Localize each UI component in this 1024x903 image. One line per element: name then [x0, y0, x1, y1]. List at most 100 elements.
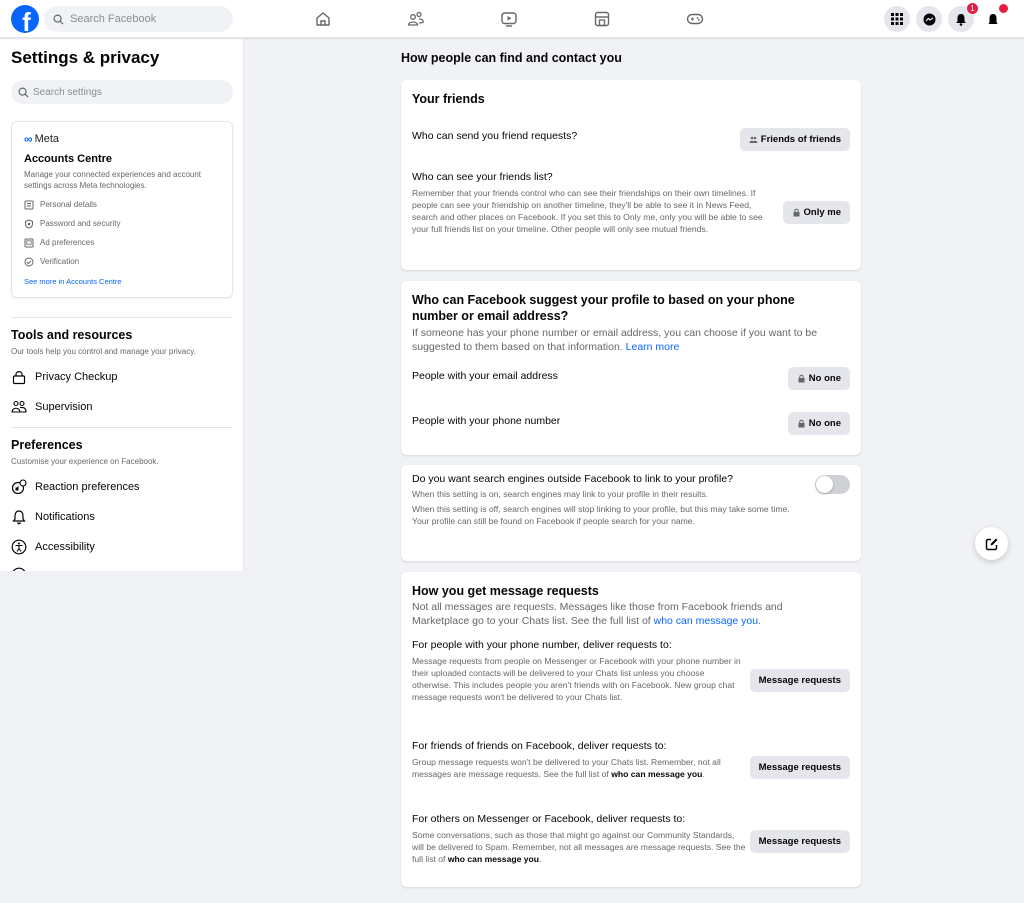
facebook-logo[interactable]: f: [11, 5, 39, 33]
button-label: No one: [808, 418, 841, 429]
friends-list-audience-button[interactable]: Only me: [782, 201, 850, 224]
messenger-button[interactable]: [916, 6, 942, 32]
suggest-description-text: If someone has your phone number or emai…: [412, 327, 818, 353]
lock-icon: [12, 371, 26, 385]
button-label: No one: [808, 373, 841, 384]
button-label: Message requests: [758, 675, 841, 686]
search-engines-card: Do you want search engines outside Faceb…: [401, 465, 861, 561]
who-can-message-you-link[interactable]: who can message you: [448, 854, 539, 864]
notifications-button[interactable]: 1: [948, 2, 979, 32]
phone-number-requests-description: Message requests from people on Messenge…: [412, 656, 741, 702]
friends-list-description: Remember that your friends control who c…: [412, 188, 763, 234]
preferences-section-subtitle: Customise your experience on Facebook.: [11, 457, 159, 466]
gaming-icon[interactable]: [686, 10, 704, 28]
who-can-message-you-link[interactable]: who can message you: [654, 615, 758, 627]
marketplace-icon[interactable]: [593, 10, 611, 28]
menu-button[interactable]: [884, 6, 910, 32]
home-icon[interactable]: [314, 10, 332, 28]
friends-of-friends-requests-label: For friends of friends on Facebook, deli…: [412, 740, 667, 752]
who-can-message-you-link[interactable]: who can message you: [611, 769, 702, 779]
message-requests-card: How you get message requests Not all mes…: [401, 572, 861, 887]
sidebar-item-label: Supervision: [35, 401, 93, 413]
friend-requests-audience-button[interactable]: Friends of friends: [739, 128, 850, 151]
ac-item-password-security[interactable]: Password and security: [24, 218, 220, 229]
sidebar-item-accessibility[interactable]: Accessibility: [11, 538, 95, 556]
sidebar-item-notifications[interactable]: Notifications: [11, 508, 95, 526]
friends-icon: [749, 136, 758, 143]
ac-item-personal-details[interactable]: Personal details: [24, 199, 220, 210]
video-icon[interactable]: [500, 10, 518, 28]
settings-sidebar: Settings & privacy ∞ Meta Accounts Centr…: [0, 39, 244, 571]
ac-item-ad-preferences[interactable]: Ad preferences: [24, 237, 220, 248]
notification-badge: 1: [966, 2, 979, 15]
see-more-accounts-centre-link[interactable]: See more in Accounts Centre: [24, 277, 220, 286]
meta-brand-label: Meta: [34, 133, 60, 145]
accounts-centre-title: Accounts Centre: [24, 153, 113, 165]
ac-item-label: Password and security: [40, 219, 121, 228]
others-requests-description: Some conversations, such as those that m…: [412, 830, 746, 864]
suggest-profile-card: Who can Facebook suggest your profile to…: [401, 281, 861, 455]
tools-section-subtitle: Our tools help you control and manage yo…: [11, 347, 196, 356]
sidebar-item-partial[interactable]: [11, 566, 35, 571]
sidebar-item-label: Notifications: [35, 511, 95, 523]
facebook-search-input[interactable]: [70, 13, 220, 25]
ac-item-label: Verification: [40, 257, 80, 266]
compose-icon: [985, 538, 997, 550]
ac-item-label: Personal details: [40, 200, 97, 209]
top-navigation-bar: f 1: [0, 0, 1024, 38]
grid-menu-icon: [891, 13, 903, 25]
card-title: Your friends: [412, 92, 485, 106]
search-engines-question: Do you want search engines outside Faceb…: [412, 473, 734, 485]
friends-of-friends-requests-button[interactable]: Message requests: [749, 756, 850, 779]
ad-icon: [24, 238, 34, 247]
search-icon: [18, 87, 29, 98]
preferences-section-title: Preferences: [11, 438, 83, 452]
settings-search-box[interactable]: [11, 80, 233, 104]
partial-icon: [12, 567, 26, 571]
phone-number-requests-button[interactable]: Message requests: [749, 669, 850, 692]
ac-item-label: Ad preferences: [40, 238, 95, 247]
new-message-button[interactable]: [975, 527, 1008, 560]
personal-details-icon: [24, 200, 34, 209]
phone-audience-button[interactable]: No one: [787, 412, 850, 435]
lock-icon: [793, 208, 799, 217]
friend-requests-label: Who can send you friend requests?: [412, 130, 578, 142]
friends-of-friends-requests-description: Group message requests won't be delivere…: [412, 757, 721, 779]
sidebar-item-supervision[interactable]: Supervision: [11, 398, 92, 416]
your-friends-card: Your friends Who can send you friend req…: [401, 80, 861, 270]
reaction-icon: [11, 479, 27, 495]
sidebar-divider: [11, 427, 233, 428]
account-button[interactable]: [980, 3, 1009, 32]
facebook-search-box[interactable]: [44, 6, 233, 32]
meta-brand: ∞ Meta: [24, 132, 220, 146]
verification-icon: [24, 257, 34, 266]
others-requests-label: For others on Messenger or Facebook, del…: [412, 813, 686, 825]
lock-icon: [798, 419, 805, 428]
messenger-icon: [923, 13, 935, 25]
accounts-centre-description: Manage your connected experiences and ac…: [24, 170, 202, 190]
email-audience-button[interactable]: No one: [787, 367, 850, 390]
accessibility-icon: [11, 539, 27, 555]
sidebar-item-label: Reaction preferences: [35, 481, 140, 493]
card-title: Who can Facebook suggest your profile to…: [412, 293, 795, 323]
friends-icon[interactable]: [407, 10, 425, 28]
sidebar-item-label: Privacy Checkup: [35, 371, 118, 383]
suggest-description: If someone has your phone number or emai…: [412, 326, 852, 354]
bell-icon: [956, 13, 966, 26]
sidebar-item-reaction-preferences[interactable]: Reaction preferences: [11, 478, 140, 496]
button-label: Only me: [803, 207, 842, 218]
tools-section-title: Tools and resources: [11, 328, 133, 342]
ac-item-verification[interactable]: Verification: [24, 256, 220, 267]
others-requests-button[interactable]: Message requests: [749, 830, 850, 853]
sidebar-item-privacy-checkup[interactable]: Privacy Checkup: [11, 368, 118, 386]
bell-outline-icon: [12, 510, 26, 525]
email-address-label: People with your email address: [412, 370, 558, 382]
search-engines-desc-on: When this setting is on, search engines …: [412, 489, 709, 499]
learn-more-link[interactable]: Learn more: [626, 341, 680, 353]
meta-logo-icon: ∞: [24, 132, 33, 146]
search-icon: [53, 14, 64, 25]
search-engines-toggle[interactable]: [815, 475, 850, 494]
settings-search-input[interactable]: [33, 86, 213, 98]
search-engines-desc-off: When this setting is off, search engines…: [412, 504, 790, 526]
accounts-centre-card[interactable]: ∞ Meta Accounts Centre Manage your conne…: [11, 121, 233, 298]
